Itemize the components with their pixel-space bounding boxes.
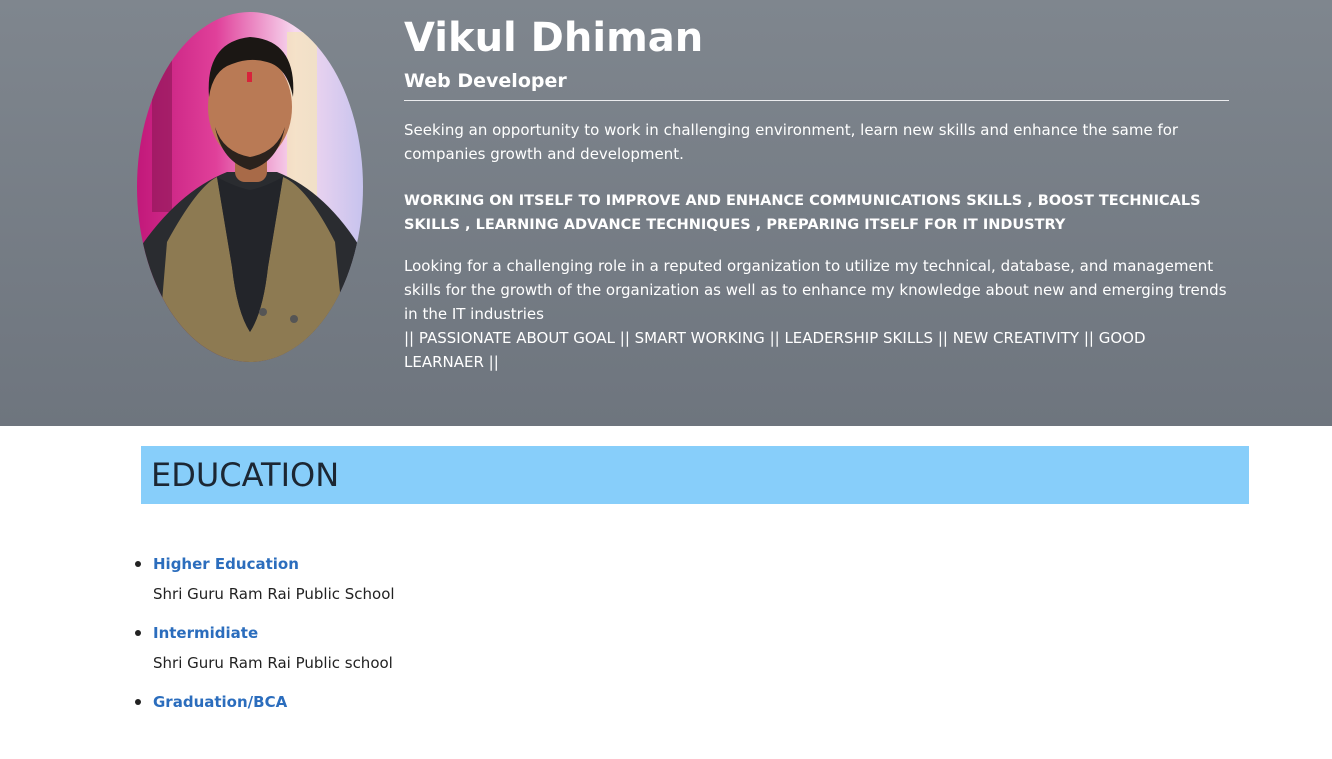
profile-name: Vikul Dhiman <box>404 15 704 61</box>
bullet-icon <box>135 630 141 636</box>
profile-photo <box>137 12 363 362</box>
career-goal-text: Looking for a challenging role in a repu… <box>404 257 1227 323</box>
education-section-header: EDUCATION <box>141 446 1249 504</box>
bullet-icon <box>135 561 141 567</box>
traits-text: || PASSIONATE ABOUT GOAL || SMART WORKIN… <box>404 329 1146 371</box>
education-school: Shri Guru Ram Rai Public school <box>153 654 393 672</box>
header-divider <box>404 100 1229 101</box>
profile-title: Web Developer <box>404 70 567 92</box>
education-item: Higher Education Shri Guru Ram Rai Publi… <box>133 552 733 621</box>
education-level-link[interactable]: Graduation/BCA <box>153 690 287 714</box>
education-level-link[interactable]: Intermidiate <box>153 621 258 645</box>
profile-hero: Vikul Dhiman Web Developer Seeking an op… <box>0 0 1332 426</box>
objective-text: Seeking an opportunity to work in challe… <box>404 121 1179 163</box>
education-list: Higher Education Shri Guru Ram Rai Publi… <box>133 552 733 759</box>
career-goal: Looking for a challenging role in a repu… <box>404 254 1229 374</box>
education-level-link[interactable]: Higher Education <box>153 552 299 576</box>
education-school: Shri Guru Ram Rai Public School <box>153 585 395 603</box>
focus-statement: WORKING ON ITSELF TO IMPROVE AND ENHANCE… <box>404 193 1201 233</box>
education-item: Graduation/BCA <box>133 690 733 759</box>
education-item: Intermidiate Shri Guru Ram Rai Public sc… <box>133 621 733 690</box>
bullet-icon <box>135 699 141 705</box>
education-heading: EDUCATION <box>151 456 340 494</box>
profile-photo-icon <box>137 12 363 362</box>
